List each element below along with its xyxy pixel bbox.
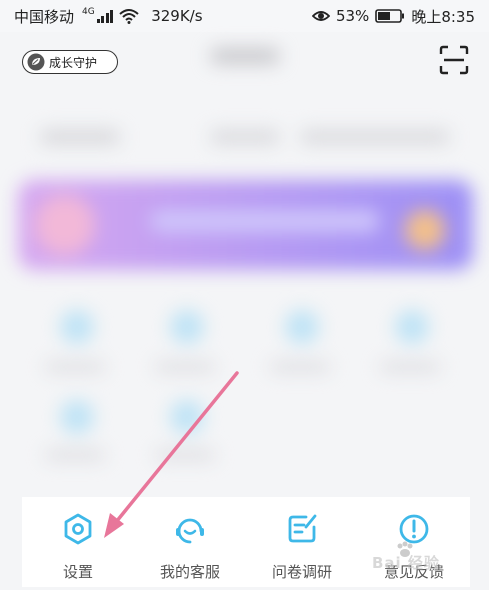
headset-smile-icon (176, 518, 204, 544)
hexagon-settings-icon (64, 513, 92, 545)
blurred-grid (60, 310, 94, 344)
survey-edit-icon (288, 514, 317, 543)
eye-comfort-icon (311, 11, 330, 21)
network-type: 4G (82, 7, 95, 17)
tab-settings[interactable]: 设置 (22, 497, 134, 587)
tab-settings-label: 设置 (62, 563, 93, 581)
clock: 晚上8:35 (411, 7, 475, 26)
scan-icon[interactable] (439, 45, 469, 75)
blurred-content (0, 48, 489, 490)
battery-percent: 53% (335, 7, 370, 25)
blurred-title (210, 48, 280, 64)
growth-guard-label: 成长守护 (49, 55, 98, 70)
growth-guard-badge[interactable]: 成长守护 (22, 50, 118, 74)
carrier-name: 中国移动 (14, 7, 75, 26)
tab-survey-label: 问卷调研 (271, 563, 332, 581)
battery-icon (375, 9, 405, 23)
leaf-icon (27, 53, 45, 71)
tab-survey[interactable]: 问卷调研 (246, 497, 358, 587)
network-speed: 329K/s (151, 7, 203, 25)
blurred-stats-row (40, 130, 120, 144)
tab-customer-service-label: 我的客服 (159, 563, 220, 581)
wifi-icon (119, 9, 139, 24)
watermark: Bai 经验 (372, 540, 462, 580)
status-bar: 中国移动 4G 329K/s 53% 晚上8:35 (0, 0, 489, 32)
tab-customer-service[interactable]: 我的客服 (134, 497, 246, 587)
watermark-text: Bai 经验 (372, 554, 440, 572)
signal-icon (96, 9, 114, 23)
